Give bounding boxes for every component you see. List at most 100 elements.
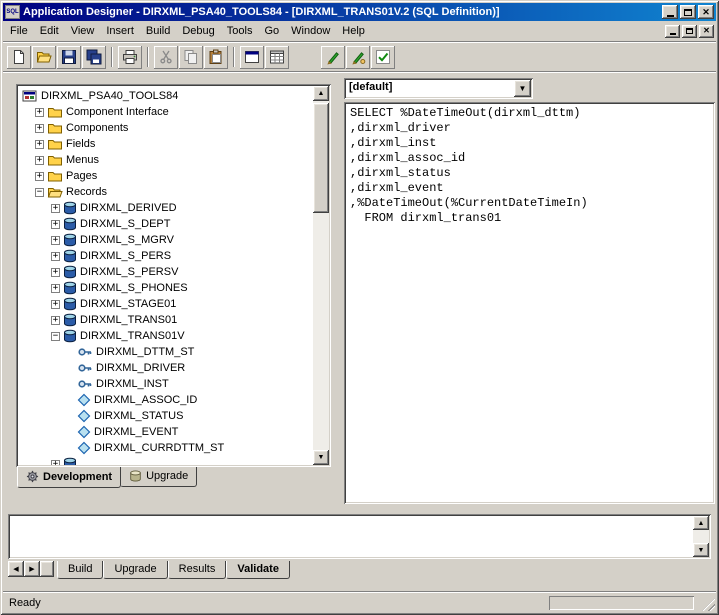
scroll-up-button[interactable]: ▲ (693, 516, 709, 530)
scroll-down-button[interactable]: ▼ (693, 543, 709, 557)
menu-tools[interactable]: Tools (221, 22, 259, 40)
expand-icon[interactable]: + (51, 268, 60, 277)
tree-item-project-root[interactable]: DIRXML_PSA40_TOOLS84 (20, 88, 313, 104)
menu-edit[interactable]: Edit (34, 22, 65, 40)
expand-icon[interactable]: + (35, 156, 44, 165)
tree-item-record[interactable]: + DIRXML_TRANS01 (20, 312, 313, 328)
menu-insert[interactable]: Insert (100, 22, 140, 40)
tree-item-field[interactable]: DIRXML_DRIVER (20, 360, 313, 376)
tree-item-record[interactable]: + DIRXML_S_PERSV (20, 264, 313, 280)
scrollbar-track[interactable] (693, 530, 709, 543)
paste-button[interactable] (204, 46, 228, 69)
cut-button[interactable] (154, 46, 178, 69)
sql-line: FROM dirxml_trans01 (350, 211, 713, 226)
tree-item-clipped[interactable]: + (20, 456, 313, 465)
tree-item-field[interactable]: DIRXML_INST (20, 376, 313, 392)
tree-item-field[interactable]: DIRXML_EVENT (20, 424, 313, 440)
toolbar-separator (147, 47, 149, 67)
tree-item-component-interface[interactable]: + Component Interface (20, 104, 313, 120)
tree-item-record[interactable]: + DIRXML_S_PHONES (20, 280, 313, 296)
output-tabs: ◀ ▶ Build Upgrade Results Validate (8, 561, 290, 580)
tree-item-label: Pages (66, 170, 97, 182)
menu-help[interactable]: Help (336, 22, 371, 40)
statusbar: Ready (3, 592, 716, 612)
close-button[interactable]: ✕ (698, 5, 714, 19)
scrollbar-thumb[interactable] (40, 561, 54, 577)
tree-item-field[interactable]: DIRXML_STATUS (20, 408, 313, 424)
tree-item-field[interactable]: DIRXML_ASSOC_ID (20, 392, 313, 408)
tree-item-record[interactable]: + DIRXML_S_PERS (20, 248, 313, 264)
menu-build[interactable]: Build (140, 22, 176, 40)
tree-scrollbar[interactable]: ▲ ▼ (313, 86, 329, 465)
tab-build[interactable]: Build (57, 561, 103, 579)
expand-icon[interactable]: + (35, 108, 44, 117)
collapse-icon[interactable]: − (35, 188, 44, 197)
menu-window[interactable]: Window (285, 22, 336, 40)
tree-item-field[interactable]: DIRXML_CURRDTTM_ST (20, 440, 313, 456)
resize-grip[interactable] (702, 598, 715, 611)
scrollbar-track[interactable] (313, 101, 329, 450)
scrollbar-thumb[interactable] (313, 103, 329, 213)
menu-go[interactable]: Go (258, 22, 285, 40)
open-button[interactable] (32, 46, 56, 69)
new-button[interactable] (7, 46, 31, 69)
mdi-close-button[interactable]: ✕ (699, 25, 714, 38)
scroll-left-button[interactable]: ◀ (8, 561, 24, 577)
minimize-button[interactable] (662, 5, 678, 19)
sql-alias-button[interactable] (346, 46, 370, 69)
copy-button[interactable] (179, 46, 203, 69)
tree-item-record[interactable]: + DIRXML_S_MGRV (20, 232, 313, 248)
save-all-button[interactable] (82, 46, 106, 69)
menu-debug[interactable]: Debug (176, 22, 220, 40)
titlebar[interactable]: SQL Application Designer - DIRXML_PSA40_… (3, 3, 716, 21)
output-scrollbar[interactable]: ▲ ▼ (693, 516, 709, 557)
collapse-icon[interactable]: − (51, 332, 60, 341)
mdi-restore-button[interactable] (682, 25, 697, 38)
expand-icon[interactable]: + (51, 284, 60, 293)
tree-item-records[interactable]: − Records (20, 184, 313, 200)
expand-icon[interactable]: + (35, 140, 44, 149)
tab-development[interactable]: Development (17, 467, 121, 488)
tree-item-record[interactable]: + DIRXML_STAGE01 (20, 296, 313, 312)
output-hscrollbar[interactable]: ◀ ▶ (8, 561, 54, 577)
expand-icon[interactable]: + (35, 124, 44, 133)
definition-properties-button[interactable] (240, 46, 264, 69)
edit-sql-button[interactable] (321, 46, 345, 69)
tree-item-record-expanded[interactable]: − DIRXML_TRANS01V (20, 328, 313, 344)
tab-upgrade[interactable]: Upgrade (120, 467, 197, 487)
tab-upgrade-output[interactable]: Upgrade (103, 561, 167, 579)
expand-icon[interactable]: + (35, 172, 44, 181)
tab-validate[interactable]: Validate (226, 561, 290, 579)
expand-icon[interactable]: + (51, 252, 60, 261)
sql-scope-dropdown[interactable]: [default] ▼ (344, 78, 533, 99)
tree-item-menus[interactable]: + Menus (20, 152, 313, 168)
sql-editor[interactable]: SELECT %DateTimeOut(dirxml_dttm) ,dirxml… (344, 102, 715, 504)
tree-item-record[interactable]: + DIRXML_DERIVED (20, 200, 313, 216)
expand-icon[interactable]: + (51, 204, 60, 213)
expand-icon[interactable]: + (51, 220, 60, 229)
tree-item-pages[interactable]: + Pages (20, 168, 313, 184)
scroll-right-button[interactable]: ▶ (24, 561, 40, 577)
expand-icon[interactable]: + (51, 236, 60, 245)
mdi-minimize-icon (670, 33, 676, 35)
menu-file[interactable]: File (4, 22, 34, 40)
tree-item-record[interactable]: + DIRXML_S_DEPT (20, 216, 313, 232)
scroll-up-button[interactable]: ▲ (313, 86, 329, 101)
tree-item-fields[interactable]: + Fields (20, 136, 313, 152)
dropdown-button[interactable]: ▼ (514, 80, 531, 97)
mdi-minimize-button[interactable] (665, 25, 680, 38)
expand-icon[interactable]: + (51, 316, 60, 325)
menu-view[interactable]: View (65, 22, 101, 40)
validate-sql-button[interactable] (371, 46, 395, 69)
output-window[interactable]: ▲ ▼ (8, 514, 711, 559)
tree-item-field[interactable]: DIRXML_DTTM_ST (20, 344, 313, 360)
save-button[interactable] (57, 46, 81, 69)
tab-results[interactable]: Results (168, 561, 227, 579)
project-workspace-button[interactable] (265, 46, 289, 69)
expand-icon[interactable]: + (51, 460, 60, 466)
print-button[interactable] (118, 46, 142, 69)
scroll-down-button[interactable]: ▼ (313, 450, 329, 465)
tree-item-components[interactable]: + Components (20, 120, 313, 136)
restore-button[interactable] (680, 5, 696, 19)
expand-icon[interactable]: + (51, 300, 60, 309)
